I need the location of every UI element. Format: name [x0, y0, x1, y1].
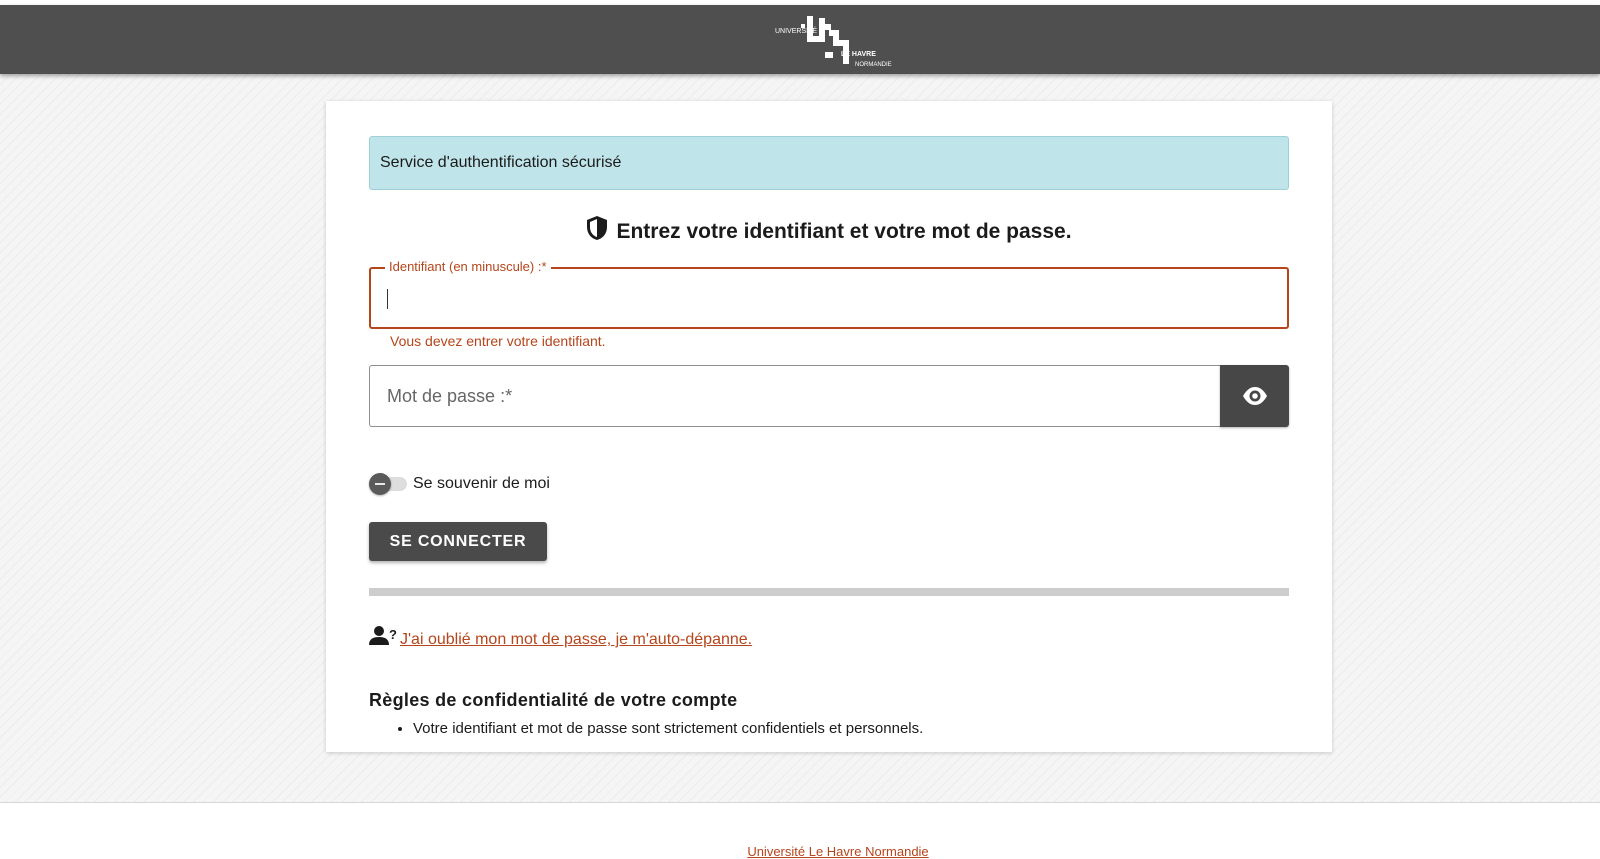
remember-me-label[interactable]: Se souvenir de moi [413, 475, 550, 493]
eye-icon [1243, 387, 1267, 405]
logo-text-top: UNIVERSITÉ [775, 26, 817, 35]
university-logo[interactable]: UNIVERSITÉ LE HAVRE NORMANDIE [775, 12, 905, 70]
toggle-thumb [369, 473, 391, 495]
heading-text: Entrez votre identifiant et votre mot de… [616, 220, 1072, 243]
password-placeholder: Mot de passe :* [387, 386, 513, 406]
username-error: Vous devez entrer votre identifiant. [390, 333, 606, 349]
footer-university-link[interactable]: Université Le Havre Normandie [0, 844, 1600, 859]
top-header: UNIVERSITÉ LE HAVRE NORMANDIE [0, 5, 1600, 74]
privacy-rules-title: Règles de confidentialité de votre compt… [369, 690, 738, 710]
logo-graphic: UNIVERSITÉ LE HAVRE NORMANDIE [775, 16, 892, 68]
logo-text-mid: LE HAVRE [841, 51, 876, 58]
section-divider [369, 588, 1289, 596]
show-password-button[interactable] [1220, 365, 1289, 427]
login-heading: Entrez votre identifiant et votre mot de… [326, 215, 1332, 247]
privacy-rule-item: Votre identifiant et mot de passe sont s… [413, 719, 923, 739]
login-button[interactable]: SE CONNECTER [369, 522, 547, 561]
login-card: Service d'authentification sécurisé Entr… [326, 101, 1332, 752]
svg-text:?: ? [389, 627, 397, 642]
username-label: Identifiant (en minuscule) :* [385, 259, 551, 274]
username-field[interactable]: Identifiant (en minuscule) :* [369, 259, 1289, 329]
text-caret [387, 289, 388, 309]
user-question-icon: ? [369, 625, 397, 654]
secure-service-banner: Service d'authentification sécurisé [369, 136, 1289, 190]
privacy-rules-list: Votre identifiant et mot de passe sont s… [369, 719, 923, 739]
logo-text-bottom: NORMANDIE [855, 62, 892, 68]
password-field[interactable]: Mot de passe :* [369, 365, 1223, 427]
shield-icon [586, 215, 608, 247]
forgot-password-link[interactable]: J'ai oublié mon mot de passe, je m'auto-… [400, 631, 752, 649]
remember-me-toggle[interactable] [369, 473, 409, 495]
